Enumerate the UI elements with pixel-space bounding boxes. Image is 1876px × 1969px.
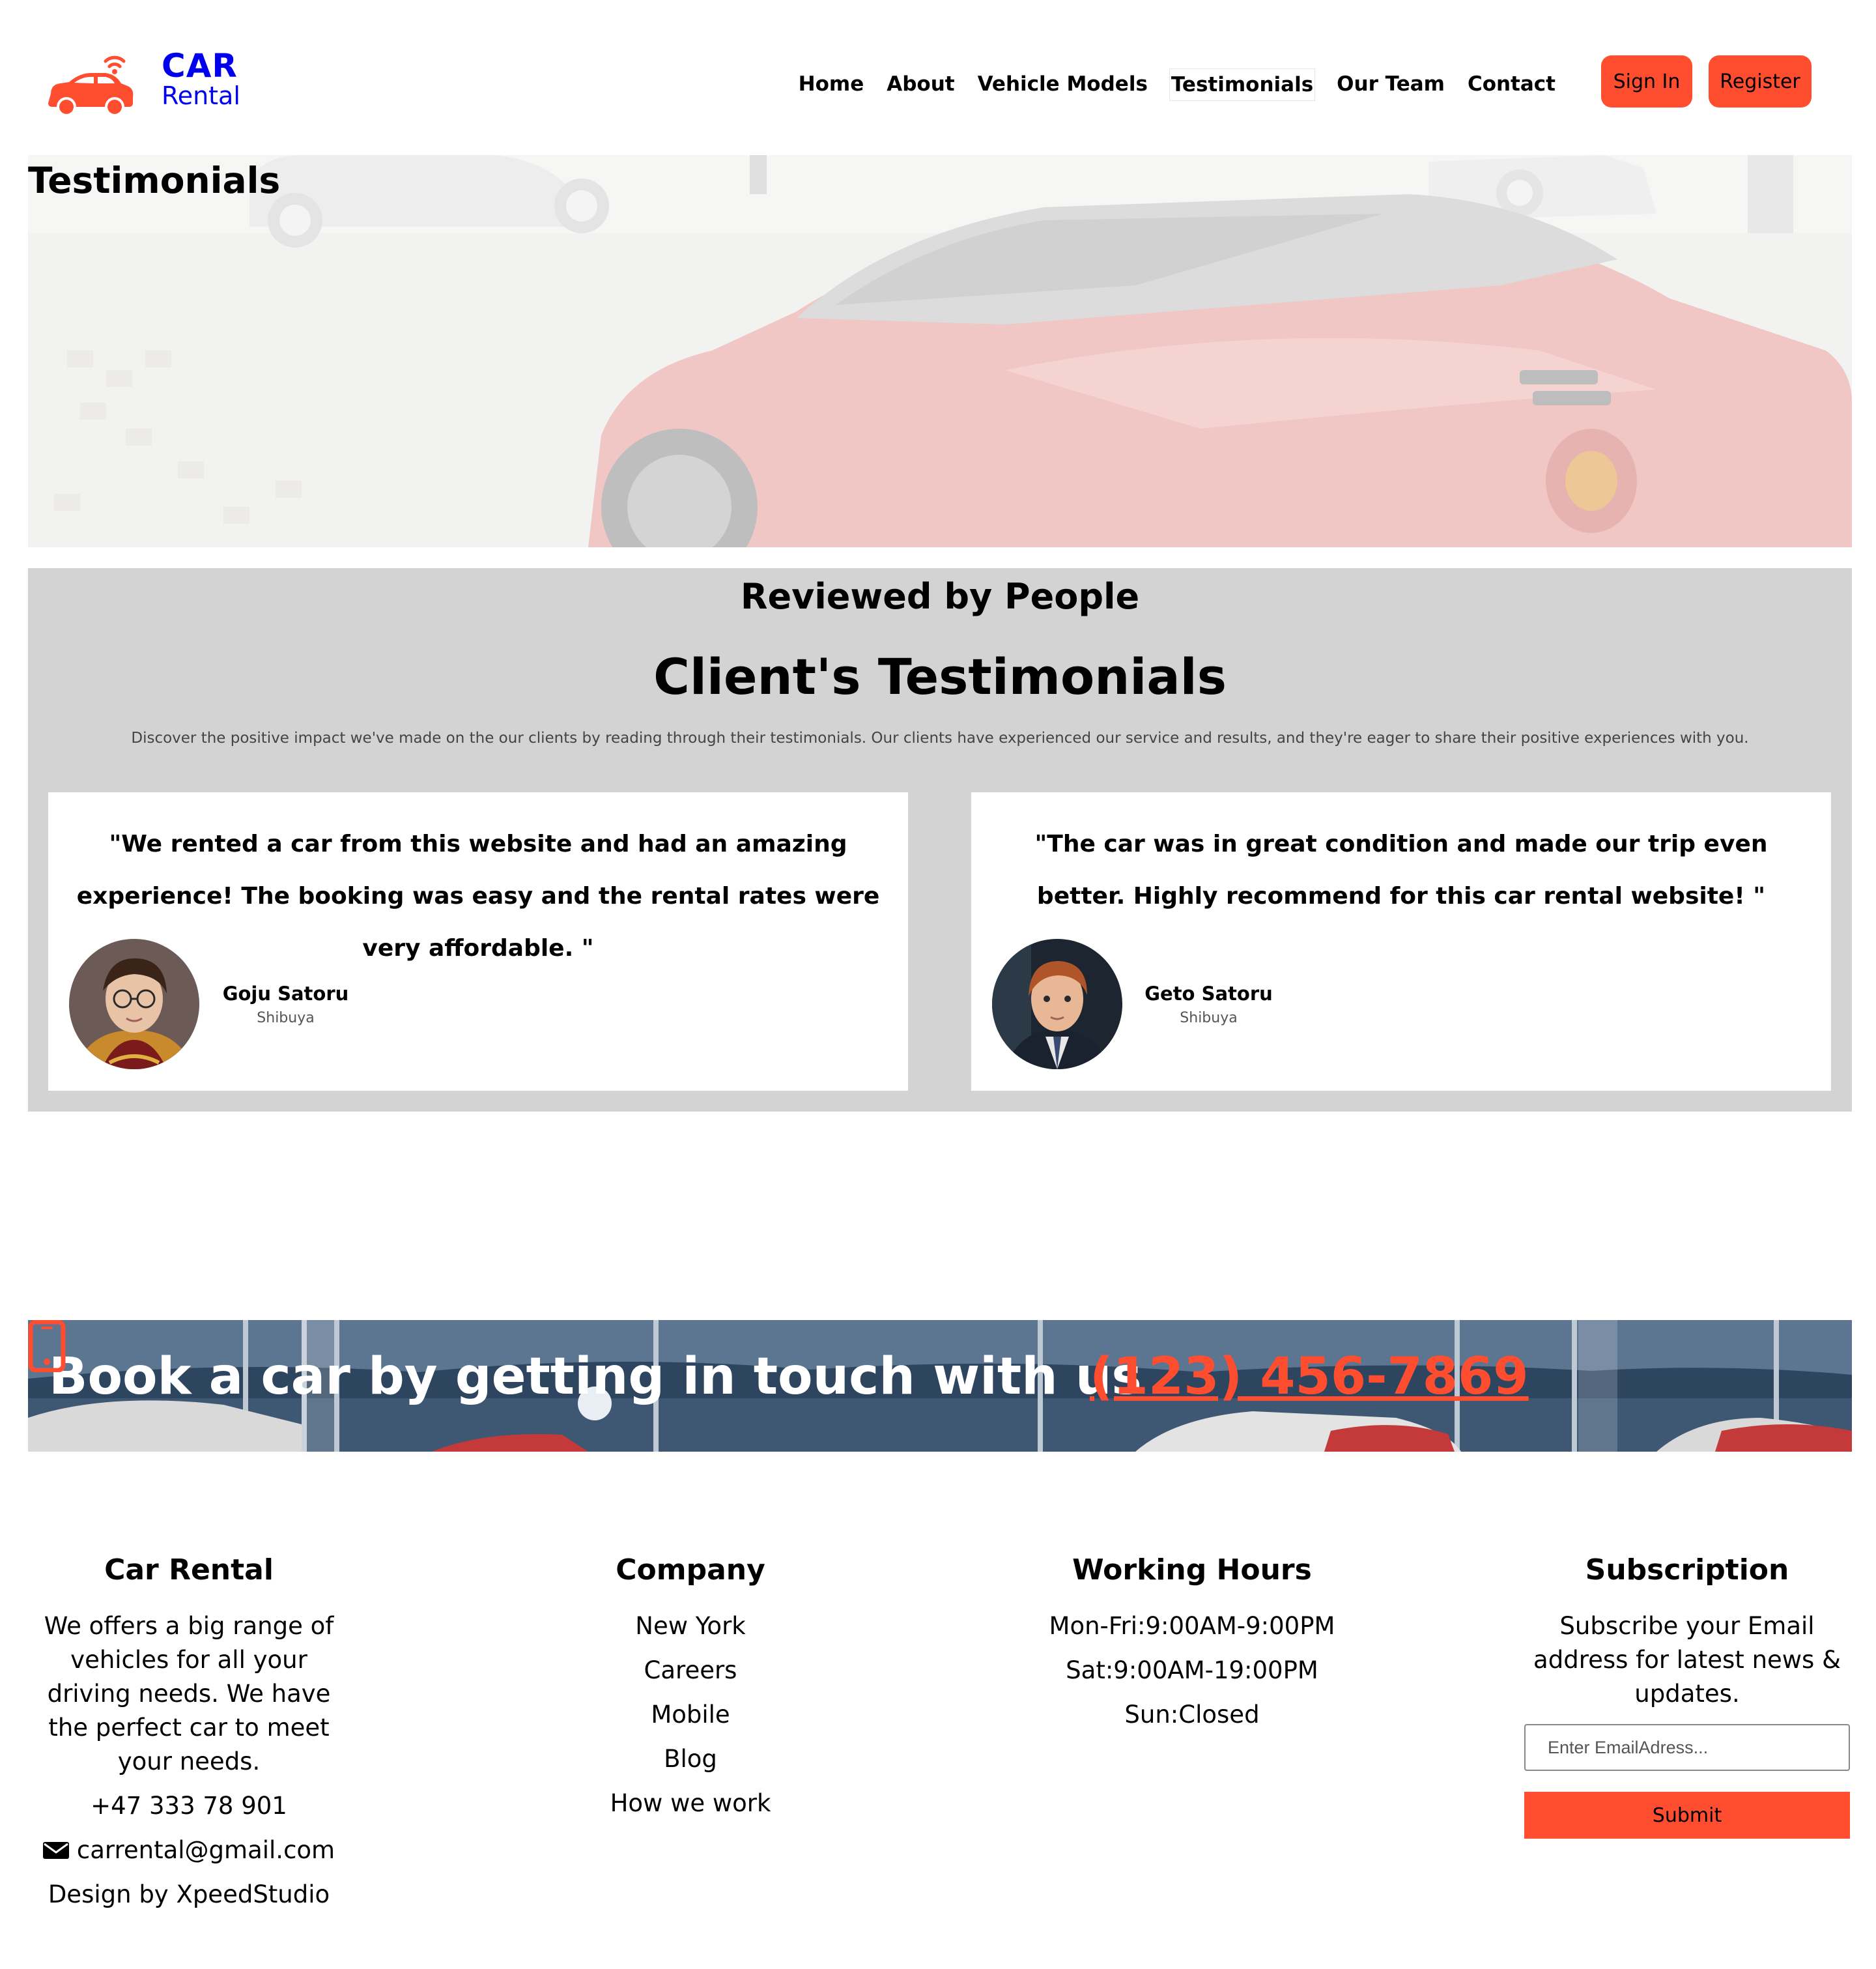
nav-link-our-team[interactable]: Our Team	[1335, 68, 1446, 101]
nav-link-testimonials[interactable]: Testimonials	[1169, 68, 1316, 101]
footer-credit: Design by XpeedStudio	[48, 1880, 330, 1908]
footer-link-new-york[interactable]: New York	[534, 1609, 847, 1643]
hours-saturday: Sat:9:00AM-19:00PM	[1066, 1656, 1318, 1684]
brand-name-bottom: Rental	[162, 81, 240, 110]
footer-hours-title: Working Hours	[1072, 1553, 1312, 1587]
car-wifi-logo-icon	[48, 55, 134, 117]
footer-email-row: carrental@gmail.com	[33, 1833, 345, 1867]
footer-about-description: We offers a big range of vehicles for al…	[44, 1612, 334, 1775]
red-sports-car-photo	[28, 155, 1852, 547]
section-heading: Client's Testimonials	[653, 648, 1227, 706]
footer-company-links: New York Careers Mobile Blog How we work	[534, 1609, 847, 1820]
book-car-banner: Book a car by getting in touch with us (…	[28, 1320, 1852, 1452]
main-menu: Home About Vehicle Models Testimonials O…	[797, 68, 1557, 101]
top-navbar: CAR Rental Home About Vehicle Models Tes…	[0, 0, 1876, 156]
footer-phone: +47 333 78 901	[91, 1792, 287, 1820]
footer-subscription-title: Subscription	[1585, 1553, 1789, 1587]
reviewer-info: Geto Satoru Shibuya	[1142, 983, 1275, 1026]
footer-hours-column: Working Hours Mon-Fri:9:00AM-9:00PM Sat:…	[1029, 1551, 1355, 1732]
footer-company-title: Company	[616, 1553, 765, 1587]
footer-link-mobile[interactable]: Mobile	[534, 1698, 847, 1732]
footer-link-how-we-work[interactable]: How we work	[534, 1787, 847, 1820]
nav-link-vehicle-models[interactable]: Vehicle Models	[976, 68, 1149, 101]
footer-link-blog[interactable]: Blog	[534, 1742, 847, 1776]
banner-cta-text: Book a car by getting in touch with us	[49, 1347, 1142, 1406]
envelope-icon	[42, 1842, 69, 1859]
testimonial-card: "The car was in great condition and made…	[971, 792, 1831, 1091]
subscription-submit-button[interactable]: Submit	[1524, 1792, 1850, 1839]
hours-sunday: Sun:Closed	[1124, 1701, 1260, 1729]
footer-about-column: Car Rental We offers a big range of vehi…	[33, 1551, 345, 1912]
page-title: Testimonials	[28, 160, 281, 201]
nav-link-contact[interactable]: Contact	[1466, 68, 1557, 101]
avatar	[69, 939, 199, 1069]
reviewer-name: Geto Satoru	[1144, 983, 1273, 1005]
reviewer-photo	[69, 939, 199, 1069]
reviewer-location: Shibuya	[257, 1010, 315, 1026]
footer: Car Rental We offers a big range of vehi…	[0, 1551, 1876, 1908]
testimonial-quote: "We rented a car from this website and h…	[76, 831, 880, 962]
hours-weekdays: Mon-Fri:9:00AM-9:00PM	[1049, 1612, 1335, 1640]
section-description: Discover the positive impact we've made …	[131, 730, 1749, 747]
footer-hours-list: Mon-Fri:9:00AM-9:00PM Sat:9:00AM-19:00PM…	[1029, 1609, 1355, 1732]
nav-link-home[interactable]: Home	[797, 68, 866, 101]
sign-in-button[interactable]: Sign In	[1601, 55, 1692, 108]
reviewer-location: Shibuya	[1180, 1010, 1238, 1026]
brand-name-top: CAR	[162, 47, 238, 85]
section-kicker: Reviewed by People	[740, 576, 1140, 617]
reviewer-info: Goju Satoru Shibuya	[219, 983, 352, 1026]
phone-number-link[interactable]: (123) 456-7869	[1090, 1347, 1529, 1406]
reviewer-photo	[992, 939, 1122, 1069]
nav-link-about[interactable]: About	[885, 68, 956, 101]
brand-logo[interactable]: CAR Rental	[46, 47, 254, 119]
footer-subscription-description: Subscribe your Email address for latest …	[1533, 1612, 1841, 1708]
footer-link-careers[interactable]: Careers	[534, 1654, 847, 1688]
hero-banner: Testimonials	[28, 155, 1852, 547]
footer-subscription-column: Subscription Subscribe your Email addres…	[1524, 1551, 1850, 1839]
footer-company-column: Company New York Careers Mobile Blog How…	[534, 1551, 847, 1820]
testimonial-quote: "The car was in great condition and made…	[1034, 831, 1768, 910]
subscription-email-input[interactable]	[1524, 1724, 1850, 1771]
footer-email-link[interactable]: carrental@gmail.com	[77, 1833, 335, 1867]
mobile-phone-icon	[28, 1320, 66, 1372]
register-button[interactable]: Register	[1709, 55, 1812, 108]
testimonials-section: Reviewed by People Client's Testimonials…	[28, 568, 1852, 1112]
footer-about-title: Car Rental	[104, 1553, 274, 1587]
reviewer-name: Goju Satoru	[222, 983, 349, 1005]
avatar	[992, 939, 1122, 1069]
testimonial-card: "We rented a car from this website and h…	[48, 792, 908, 1091]
